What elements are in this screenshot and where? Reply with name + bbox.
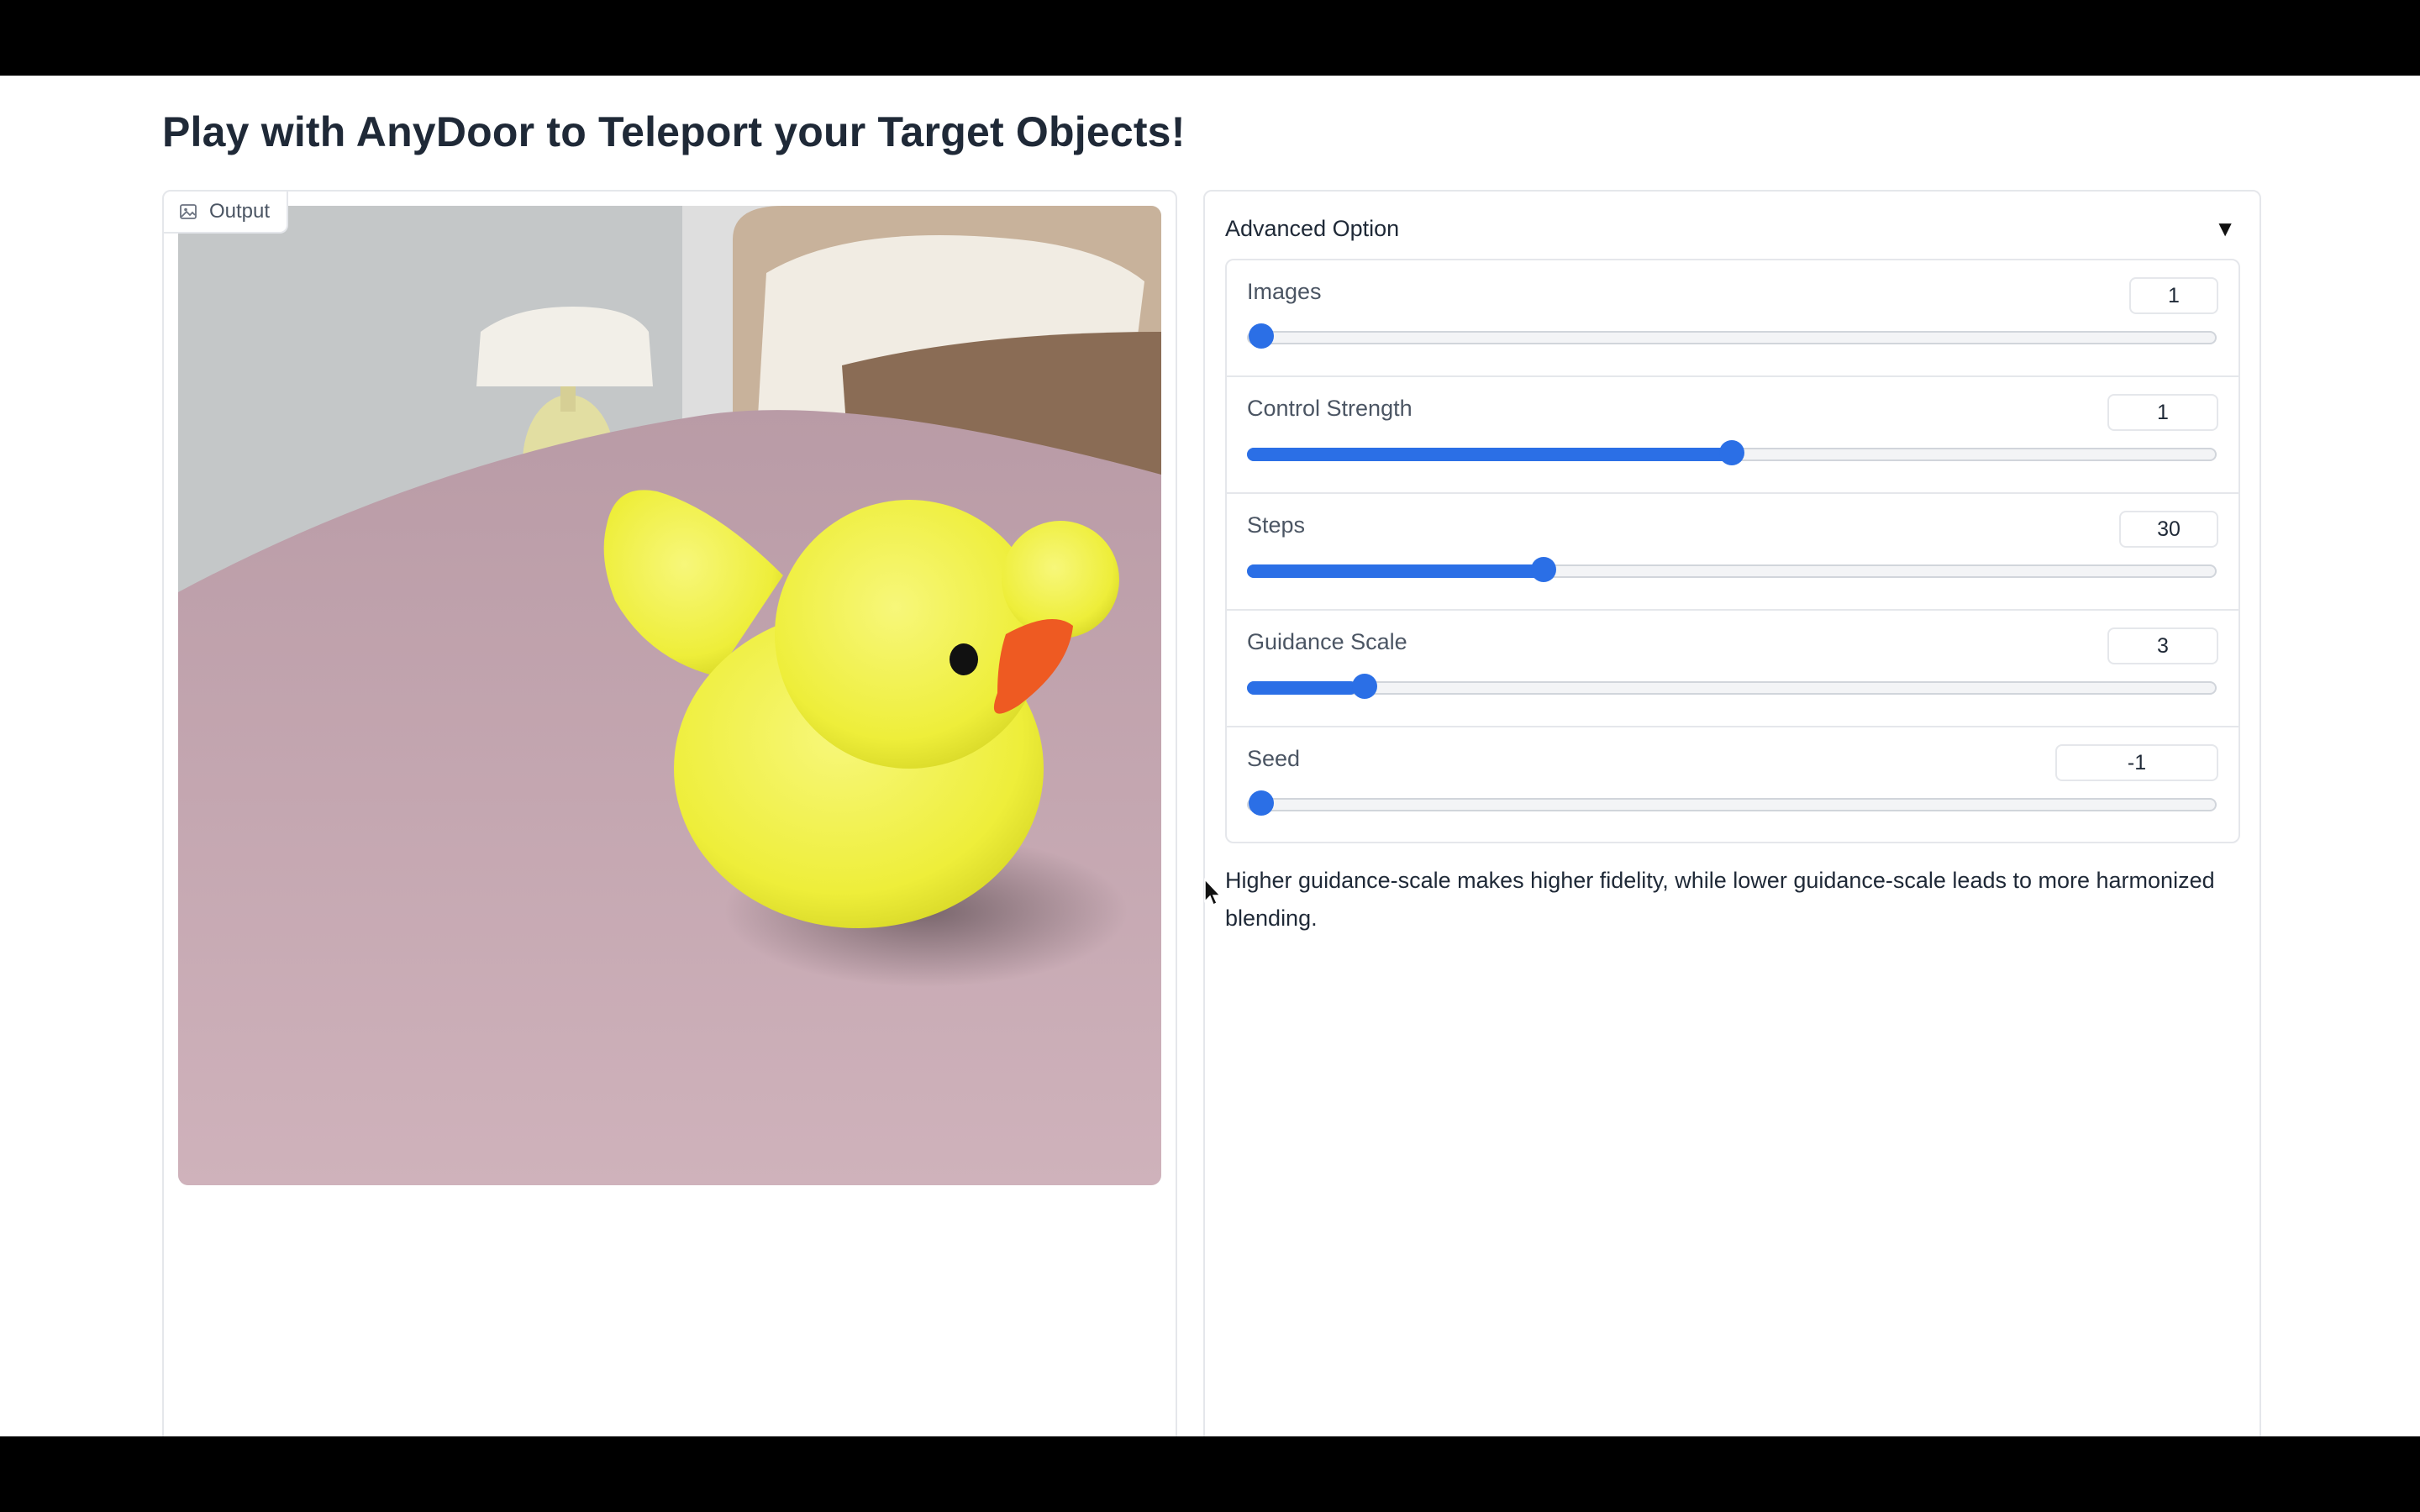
app-page: Play with AnyDoor to Teleport your Targe… bbox=[0, 76, 2420, 1436]
slider-fill bbox=[1247, 564, 1540, 578]
triangle-down-icon[interactable]: ▼ bbox=[2214, 216, 2236, 242]
generated-scene-image bbox=[178, 206, 1161, 1185]
guidance-scale-slider-track[interactable] bbox=[1247, 674, 2217, 699]
output-panel: Output bbox=[162, 190, 1177, 1436]
page-title: Play with AnyDoor to Teleport your Targe… bbox=[162, 108, 1186, 155]
images-slider-track[interactable] bbox=[1247, 323, 2217, 349]
output-image[interactable] bbox=[178, 206, 1161, 1185]
seed-slider-track[interactable] bbox=[1247, 790, 2217, 816]
steps-number-input[interactable]: 30 bbox=[2119, 511, 2218, 548]
slider-label: Images bbox=[1247, 279, 1322, 304]
slider-thumb[interactable] bbox=[1352, 674, 1378, 699]
slider-label: Control Strength bbox=[1247, 396, 1413, 421]
slider-group: Images 1 Control Strength 1 Steps 30 Gui… bbox=[1225, 259, 2240, 843]
output-label-tag: Output bbox=[164, 192, 289, 234]
control-strength-slider-track[interactable] bbox=[1247, 440, 2217, 465]
slider-label: Steps bbox=[1247, 512, 1306, 538]
slider-label: Guidance Scale bbox=[1247, 629, 1407, 654]
slider-label: Seed bbox=[1247, 746, 1301, 771]
slider-thumb[interactable] bbox=[1531, 557, 1556, 582]
slider-fill bbox=[1247, 448, 1733, 461]
slider-steps: Steps 30 bbox=[1227, 494, 2238, 611]
slider-thumb[interactable] bbox=[1719, 440, 1744, 465]
guidance-scale-number-input[interactable]: 3 bbox=[2107, 627, 2218, 664]
slider-control-strength: Control Strength 1 bbox=[1227, 377, 2238, 494]
seed-number-input[interactable]: -1 bbox=[2055, 744, 2218, 781]
image-icon bbox=[180, 204, 197, 219]
steps-slider-track[interactable] bbox=[1247, 557, 2217, 582]
slider-thumb[interactable] bbox=[1249, 790, 1274, 816]
mouse-cursor-icon bbox=[1204, 878, 1222, 906]
slider-fill bbox=[1247, 681, 1357, 695]
slider-images: Images 1 bbox=[1227, 260, 2238, 377]
guidance-note: Higher guidance-scale makes higher fidel… bbox=[1225, 868, 2215, 931]
slider-guidance-scale: Guidance Scale 3 bbox=[1227, 611, 2238, 727]
output-label: Output bbox=[209, 200, 271, 223]
slider-seed: Seed -1 bbox=[1227, 727, 2238, 842]
advanced-option-panel: Advanced Option ▼ Images 1 Control Stren… bbox=[1203, 190, 2261, 1436]
advanced-option-header[interactable]: Advanced Option ▼ bbox=[1225, 212, 2239, 245]
slider-thumb[interactable] bbox=[1249, 323, 1274, 349]
advanced-option-title: Advanced Option bbox=[1225, 215, 1400, 241]
images-number-input[interactable]: 1 bbox=[2129, 277, 2218, 314]
control-strength-number-input[interactable]: 1 bbox=[2107, 394, 2218, 431]
